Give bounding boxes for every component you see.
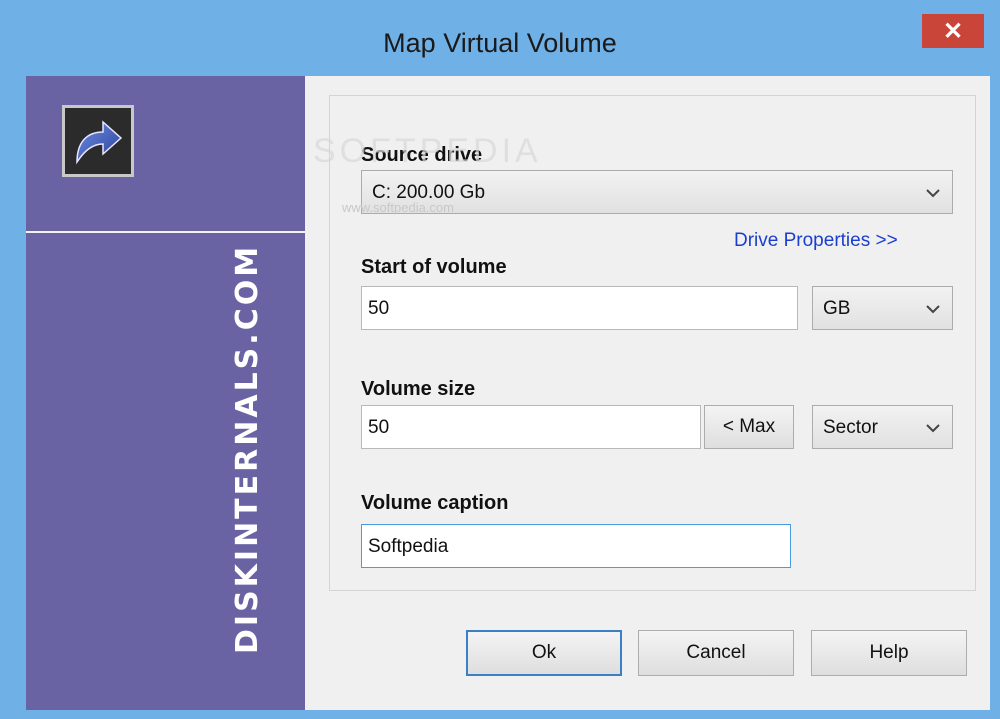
chevron-down-icon	[926, 305, 940, 314]
window-title: Map Virtual Volume	[383, 28, 617, 58]
shortcut-arrow-icon	[62, 105, 134, 177]
volume-caption-label: Volume caption	[361, 492, 509, 514]
brand-sidebar: DISKINTERNALS.COM	[26, 76, 305, 710]
volume-size-value: 50	[368, 417, 390, 438]
title-bar[interactable]: Map Virtual Volume ✕	[0, 0, 1000, 76]
brand-text: DISKINTERNALS.COM	[230, 243, 265, 654]
start-of-volume-input[interactable]: 50	[361, 286, 798, 330]
max-button[interactable]: < Max	[704, 405, 794, 449]
help-button[interactable]: Help	[811, 630, 967, 676]
cancel-button[interactable]: Cancel	[638, 630, 794, 676]
size-unit-select[interactable]: Sector	[812, 405, 953, 449]
chevron-down-icon	[926, 424, 940, 433]
chevron-down-icon	[926, 189, 940, 198]
start-unit-select[interactable]: GB	[812, 286, 953, 330]
drive-properties-link[interactable]: Drive Properties >>	[734, 230, 898, 252]
dialog-body: DISKINTERNALS.COM Source drive C: 200.00…	[26, 76, 990, 710]
volume-caption-input[interactable]: Softpedia	[361, 524, 791, 568]
volume-caption-value: Softpedia	[368, 536, 449, 557]
sidebar-divider	[26, 231, 305, 233]
watermark: SOFTPEDIA	[313, 132, 542, 170]
volume-size-label: Volume size	[361, 378, 476, 400]
start-of-volume-label: Start of volume	[361, 256, 507, 278]
close-icon: ✕	[942, 17, 964, 45]
close-button[interactable]: ✕	[922, 14, 984, 48]
ok-button[interactable]: Ok	[466, 630, 622, 676]
volume-size-input[interactable]: 50	[361, 405, 701, 449]
start-unit-value: GB	[823, 298, 851, 319]
watermark-url: www.softpedia.com	[342, 200, 454, 215]
start-of-volume-value: 50	[368, 298, 390, 319]
size-unit-value: Sector	[823, 417, 878, 438]
dialog-window: Map Virtual Volume ✕ DISKINTERNALS.COM S…	[0, 0, 1000, 719]
